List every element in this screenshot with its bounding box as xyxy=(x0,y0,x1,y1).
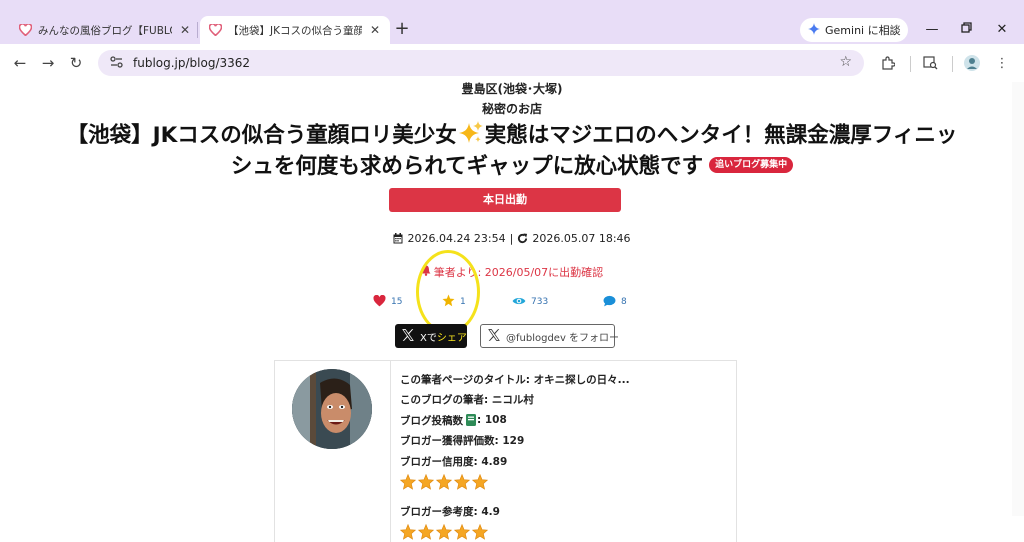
comment-count: 8 xyxy=(621,297,627,307)
x-logo-icon xyxy=(487,328,501,345)
x-logo-icon xyxy=(401,328,415,345)
heart-favicon-icon xyxy=(208,23,222,37)
like-count: 15 xyxy=(391,297,403,307)
close-window-button[interactable]: ✕ xyxy=(988,18,1016,42)
working-today-button[interactable]: 本日出勤 xyxy=(389,188,621,212)
book-icon xyxy=(466,414,476,427)
toolbar-separator xyxy=(952,56,953,72)
profile-page-title[interactable]: この筆者ページのタイトル: オキニ探しの日々... xyxy=(400,369,730,390)
reload-button[interactable]: ↻ xyxy=(66,53,86,73)
rating-star-icon xyxy=(436,524,452,540)
scrollbar[interactable] xyxy=(1012,82,1024,516)
gemini-button[interactable]: Gemini に相談 xyxy=(800,18,908,42)
gemini-label: Gemini に相談 xyxy=(825,24,901,37)
tab-title: 【池袋】JKコスの似合う童顔ロリ美少 xyxy=(228,24,362,37)
updated-date: 2026.05.07 18:46 xyxy=(532,232,631,245)
page-content: 豊島区(池袋･大塚) 秘密のお店 【池袋】JKコスの似合う童顔ロリ美少女 実態はマ… xyxy=(0,82,1024,542)
browser-toolbar: ← → ↻ fublog.jp/blog/3362 ☆ ⋮ xyxy=(0,44,1024,82)
post-dates: 2026.04.24 23:54 | 2026.05.07 18:46 xyxy=(0,232,1024,245)
tab-separator xyxy=(197,22,198,38)
share-on-x-button[interactable]: Xでシェア xyxy=(395,324,467,348)
profile-trust: ブロガー信用度: 4.89 xyxy=(400,455,508,468)
toolbar-separator xyxy=(910,56,911,72)
close-icon[interactable]: ✕ xyxy=(368,23,382,37)
profile-avatar-column xyxy=(275,361,391,542)
rating-star-icon xyxy=(436,473,452,490)
trust-star-rating xyxy=(400,472,730,492)
post-count-label: ブログ投稿数 xyxy=(400,414,463,427)
date-separator: | xyxy=(509,232,514,245)
menu-kebab-icon[interactable]: ⋮ xyxy=(992,53,1012,73)
post-title-part2: 実態はマジエロのヘンタイ！無課金濃厚フィニッ xyxy=(484,123,958,148)
address-bar[interactable]: fublog.jp/blog/3362 ☆ xyxy=(98,50,864,76)
profile-avatar-icon[interactable] xyxy=(962,53,982,73)
rating-star-icon xyxy=(472,473,488,490)
post-title: 【池袋】JKコスの似合う童顔ロリ美少女 実態はマジエロのヘンタイ！無課金濃厚フィニ… xyxy=(40,120,984,182)
back-button[interactable]: ← xyxy=(10,53,30,73)
post-shop-name[interactable]: 秘密のお店 xyxy=(0,100,1024,117)
like-stat[interactable]: 15 xyxy=(373,294,402,310)
follow-on-x-button[interactable]: @fublogdev をフォロー xyxy=(480,324,619,348)
tab-current-post[interactable]: 【池袋】JKコスの似合う童顔ロリ美少 ✕ xyxy=(200,16,390,44)
follow-label: @fublogdev をフォロー xyxy=(506,332,620,344)
minimize-button[interactable]: — xyxy=(918,18,946,42)
author-profile-card: この筆者ページのタイトル: オキニ探しの日々... このブログの筆者: ニコル村… xyxy=(274,360,737,542)
rating-star-icon xyxy=(418,473,434,490)
rating-star-icon xyxy=(400,524,416,540)
profile-author[interactable]: このブログの筆者: ニコル村 xyxy=(400,390,730,411)
post-title-part1: 【池袋】JKコスの似合う童顔ロリ美少女 xyxy=(66,123,457,148)
calendar-icon xyxy=(393,233,403,244)
browser-tab-bar: みんなの風俗ブログ【FUBLOG】リア ✕ 【池袋】JKコスの似合う童顔ロリ美少… xyxy=(0,0,1024,44)
author-avatar[interactable] xyxy=(292,369,372,449)
author-notice: 筆者より: 2026/05/07に出勤確認 xyxy=(0,264,1024,280)
share-label: Xでシェア xyxy=(420,332,467,344)
sparkles-emoji-icon xyxy=(458,121,483,145)
site-settings-icon[interactable] xyxy=(110,55,123,71)
comment-stat[interactable]: 8 xyxy=(603,294,627,310)
post-count-value: : 108 xyxy=(477,414,507,427)
refresh-icon xyxy=(517,233,528,244)
post-location[interactable]: 豊島区(池袋･大塚) xyxy=(0,82,1024,97)
profile-ratings-received: ブロガー獲得評価数: 129 xyxy=(400,435,525,448)
tab-fublog-home[interactable]: みんなの風俗ブログ【FUBLOG】リア ✕ xyxy=(10,16,200,44)
rating-star-icon xyxy=(454,524,470,540)
heart-favicon-icon xyxy=(18,23,32,37)
follow-blog-badge[interactable]: 追いブログ募集中 xyxy=(709,157,794,173)
close-icon[interactable]: ✕ xyxy=(178,23,192,37)
new-tab-button[interactable]: + xyxy=(392,19,412,39)
heart-icon xyxy=(373,294,386,310)
yellow-highlight-annotation xyxy=(416,250,480,334)
gemini-sparkle-icon xyxy=(808,22,820,38)
rating-star-icon xyxy=(454,473,470,490)
post-title-part3: シュを何度も求められてギャップに放心状態です xyxy=(230,154,704,179)
forward-button[interactable]: → xyxy=(38,53,58,73)
view-count: 733 xyxy=(531,297,549,307)
comment-icon xyxy=(603,295,616,310)
profile-details: この筆者ページのタイトル: オキニ探しの日々... このブログの筆者: ニコル村… xyxy=(400,369,730,542)
rating-star-icon xyxy=(418,524,434,540)
reference-star-rating xyxy=(400,522,730,542)
tab-search-icon[interactable] xyxy=(920,53,940,73)
restore-button[interactable] xyxy=(952,18,980,42)
profile-post-count: ブログ投稿数 : 108 xyxy=(400,410,730,431)
eye-icon xyxy=(512,296,526,309)
extensions-icon[interactable] xyxy=(878,53,898,73)
url-text: fublog.jp/blog/3362 xyxy=(133,56,251,70)
bookmark-star-icon[interactable]: ☆ xyxy=(839,54,852,70)
posted-date: 2026.04.24 23:54 xyxy=(407,232,506,245)
rating-star-icon xyxy=(472,524,488,540)
view-stat: 733 xyxy=(512,294,548,310)
tab-title: みんなの風俗ブログ【FUBLOG】リア xyxy=(38,24,172,37)
profile-reference: ブロガー参考度: 4.9 xyxy=(400,506,500,519)
rating-star-icon xyxy=(400,473,416,490)
